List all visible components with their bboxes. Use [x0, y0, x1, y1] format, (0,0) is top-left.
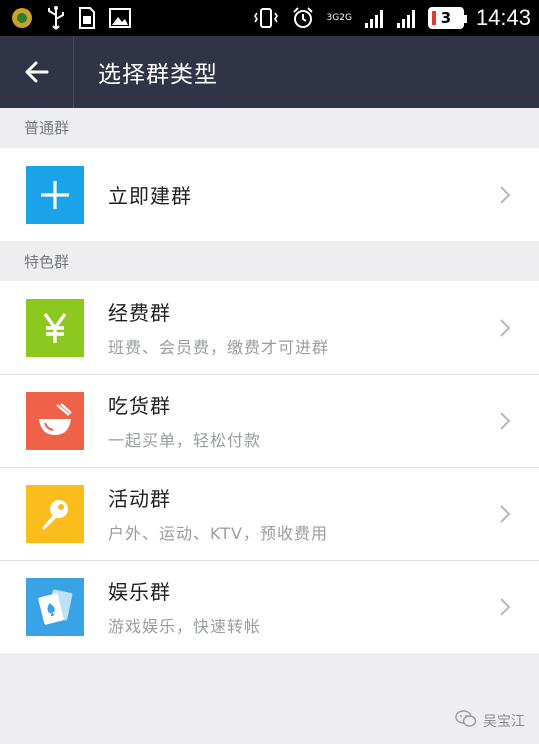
item-subtitle: 一起买单，轻松付款	[108, 431, 262, 450]
back-button[interactable]	[0, 36, 74, 108]
watermark: 吴宝江	[455, 710, 525, 732]
alarm-icon	[291, 6, 315, 30]
item-text: 活动群 户外、运动、KTV，预收费用	[108, 483, 485, 544]
pin-icon	[26, 484, 84, 543]
section-header-normal: 普通群	[24, 118, 70, 137]
battery-icon: 3	[427, 7, 467, 29]
watermark-text: 吴宝江	[483, 714, 525, 730]
page-title: 选择群类型	[98, 62, 218, 88]
vibrate-icon	[253, 6, 279, 30]
item-title: 活动群	[108, 487, 171, 511]
item-title: 经费群	[108, 301, 171, 325]
list-group-normal: 立即建群	[0, 148, 539, 241]
bowl-icon	[26, 391, 84, 450]
status-left-icons	[10, 5, 132, 31]
chevron-right-icon	[485, 494, 525, 534]
chevron-right-icon	[485, 308, 525, 348]
usb-icon	[46, 5, 66, 31]
list-item-entertainment-group[interactable]: 娱乐群 游戏娱乐，快速转帐	[0, 560, 539, 653]
status-right-icons: 3G 2G 3 14:43	[253, 5, 531, 31]
item-text: 经费群 班费、会员费，缴费才可进群	[108, 297, 485, 358]
item-text: 立即建群	[108, 180, 485, 209]
clock: 14:43	[475, 5, 531, 30]
sd-card-icon	[78, 6, 96, 30]
item-subtitle: 游戏娱乐，快速转帐	[108, 617, 262, 636]
item-title: 立即建群	[108, 184, 192, 208]
back-arrow-icon	[25, 61, 48, 83]
image-icon	[108, 6, 132, 30]
battery-level: 3	[440, 9, 452, 27]
network-type-icon: 3G 2G	[326, 12, 352, 23]
item-title: 娱乐群	[108, 580, 171, 604]
list-item-food-group[interactable]: 吃货群 一起买单，轻松付款	[0, 374, 539, 467]
status-bar: 3G 2G 3 14:43	[0, 0, 539, 36]
item-title: 吃货群	[108, 394, 171, 418]
section-header-featured: 特色群	[24, 252, 70, 271]
item-subtitle: 班费、会员费，缴费才可进群	[108, 338, 330, 357]
signal-icon-sim2	[396, 7, 416, 29]
list-item-create-group[interactable]: 立即建群	[0, 148, 539, 241]
list-group-featured: 经费群 班费、会员费，缴费才可进群 吃货群 一起买单，轻松付款 活动群 户外、运…	[0, 281, 539, 653]
list-item-activity-group[interactable]: 活动群 户外、运动、KTV，预收费用	[0, 467, 539, 560]
title-bar: 选择群类型	[0, 36, 539, 108]
chevron-right-icon	[485, 175, 525, 215]
chevron-right-icon	[485, 587, 525, 627]
chevron-right-icon	[485, 401, 525, 441]
item-text: 娱乐群 游戏娱乐，快速转帐	[108, 576, 485, 637]
wechat-icon	[455, 710, 477, 732]
yen-icon	[26, 298, 84, 357]
item-text: 吃货群 一起买单，轻松付款	[108, 390, 485, 451]
app-notification-icon	[10, 6, 34, 30]
list-item-fee-group[interactable]: 经费群 班费、会员费，缴费才可进群	[0, 281, 539, 374]
signal-icon-sim1	[364, 7, 384, 29]
item-subtitle: 户外、运动、KTV，预收费用	[108, 524, 328, 543]
playing-card-icon	[26, 577, 84, 636]
plus-icon	[26, 165, 84, 224]
